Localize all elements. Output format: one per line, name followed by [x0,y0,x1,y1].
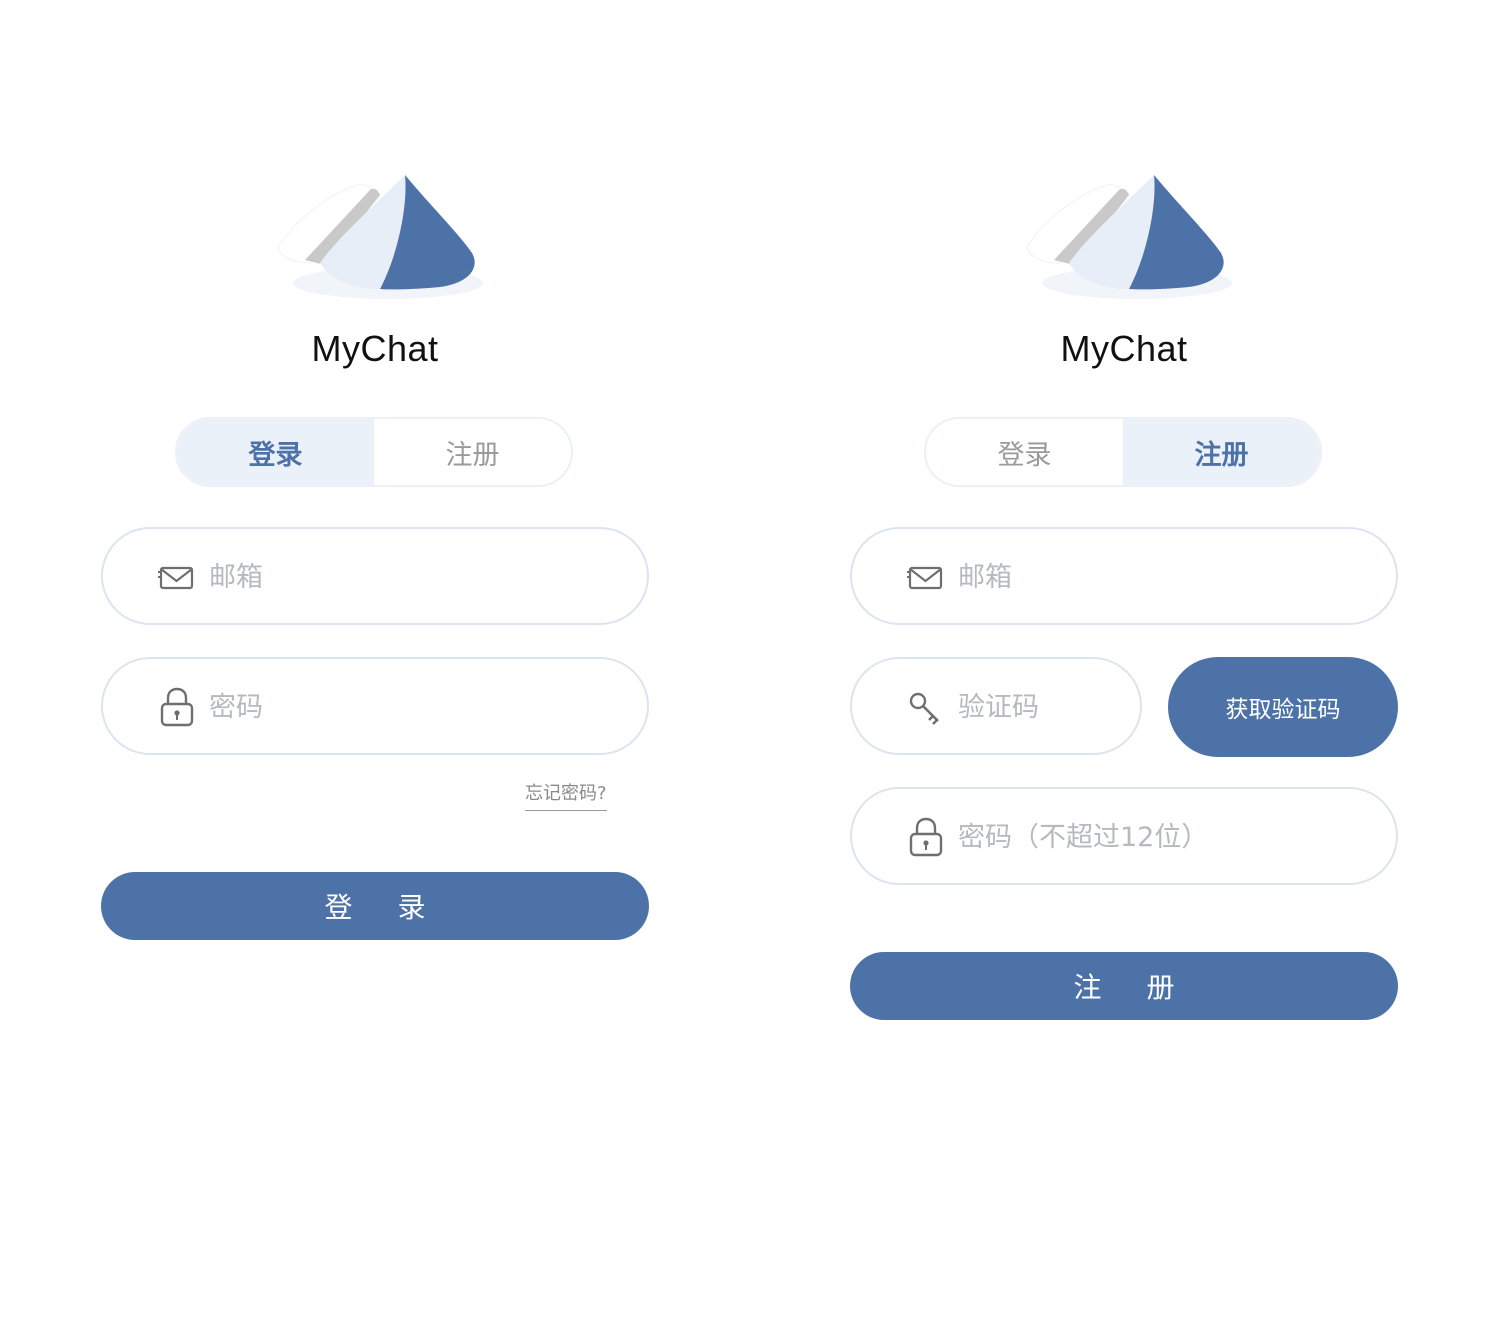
mail-icon [158,566,194,590]
password-input[interactable] [207,681,607,733]
app-name: MyChat [311,328,439,369]
password-input[interactable] [956,811,1356,863]
tab-login[interactable]: 登录 [926,419,1123,485]
lock-icon [160,687,194,727]
key-icon [909,692,939,725]
tab-register[interactable]: 注册 [374,419,571,485]
email-field[interactable] [850,527,1398,625]
email-input[interactable] [956,551,1356,603]
app-logo [277,175,483,299]
password-field[interactable] [101,657,649,755]
login-screen: MyChat 登录 注册 忘记密码? 登 录 [0,0,750,1334]
register-screen: MyChat 登录 注册 获取验证码 注 册 [749,0,1499,1334]
app-name: MyChat [1060,328,1188,369]
password-field[interactable] [850,787,1398,885]
mail-icon [907,566,943,590]
email-field[interactable] [101,527,649,625]
auth-tabs: 登录 注册 [924,417,1322,487]
lock-icon [909,817,943,857]
login-button[interactable]: 登 录 [101,872,649,940]
verification-code-input[interactable] [956,681,1100,733]
email-input[interactable] [207,551,607,603]
tab-register[interactable]: 注册 [1123,419,1320,485]
tab-login[interactable]: 登录 [177,419,374,485]
register-button[interactable]: 注 册 [850,952,1398,1020]
app-logo [1026,175,1232,299]
get-code-button[interactable]: 获取验证码 [1168,657,1398,757]
verification-code-field[interactable] [850,657,1142,755]
auth-tabs: 登录 注册 [175,417,573,487]
forgot-password-link[interactable]: 忘记密码? [525,779,607,811]
